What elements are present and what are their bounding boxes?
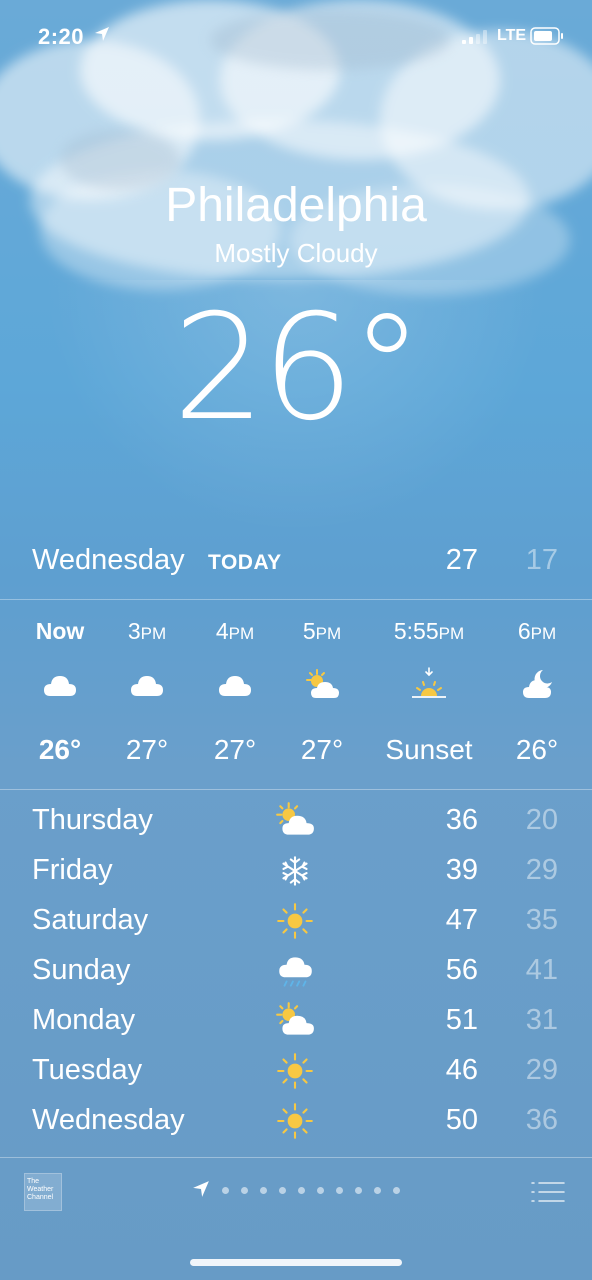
hour-temp: 27°	[300, 734, 344, 765]
cloud-icon	[219, 676, 251, 696]
home-indicator[interactable]	[190, 1259, 402, 1266]
partly-sunny-icon	[276, 802, 314, 835]
day-high: 47	[445, 904, 478, 936]
network-type: LTE	[497, 27, 527, 44]
hourly-forecast[interactable]: Now 26° 3PM 27° 4PM 27° 5PM 27° 5:55PM S…	[0, 600, 592, 788]
day-name: Sunday	[32, 954, 131, 986]
sun-icon	[277, 1053, 313, 1089]
today-high: 27	[445, 544, 478, 576]
cloud-icon	[131, 676, 163, 696]
page-dot[interactable]	[222, 1187, 229, 1194]
page-dot[interactable]	[298, 1187, 305, 1194]
hour-item: 6PM 26°	[487, 600, 587, 788]
day-row: Tuesday 46 29	[0, 1046, 592, 1096]
hour-label: 6PM	[517, 618, 557, 644]
day-high: 39	[445, 854, 478, 886]
day-high: 51	[445, 1004, 478, 1036]
day-row: Friday 39 29	[0, 846, 592, 896]
day-name: Friday	[32, 854, 113, 886]
hour-item: 5PM 27°	[272, 600, 372, 788]
hour-temp: Sunset	[385, 734, 473, 765]
day-name: Thursday	[32, 804, 153, 836]
day-low: 36	[525, 1104, 558, 1136]
location-arrow-icon	[95, 27, 109, 41]
hour-item: 5:55PM Sunset	[373, 600, 485, 788]
current-temperature: 26°	[172, 283, 424, 453]
day-low: 35	[525, 904, 558, 936]
day-row: Sunday 56 41	[0, 946, 592, 996]
day-name: Wednesday	[32, 1104, 185, 1136]
hour-item: 4PM 27°	[185, 600, 285, 788]
hour-label: 5PM	[302, 618, 342, 644]
day-name: Tuesday	[32, 1054, 143, 1086]
partly-sunny-icon	[306, 669, 339, 698]
hour-item: 3PM 27°	[97, 600, 197, 788]
location-arrow-icon	[193, 1181, 209, 1197]
day-row: Monday 51 31	[0, 996, 592, 1046]
today-day-name: Wednesday	[32, 544, 185, 576]
hour-temp: 26°	[38, 734, 82, 765]
weather-channel-logo-text: The Weather Channel	[27, 1178, 54, 1201]
page-dot[interactable]	[355, 1187, 362, 1194]
sunset-icon	[412, 667, 446, 698]
sun-icon	[277, 903, 313, 939]
day-low: 20	[525, 804, 558, 836]
page-dot[interactable]	[279, 1187, 286, 1194]
hour-temp: 27°	[213, 734, 257, 765]
city-list-button[interactable]	[530, 1180, 566, 1204]
hour-item: Now 26°	[10, 600, 110, 788]
partly-sunny-icon	[276, 1002, 314, 1035]
page-dot[interactable]	[336, 1187, 343, 1194]
signal-strength-icon	[462, 30, 487, 44]
hour-label: Now	[35, 618, 85, 644]
day-high: 46	[445, 1054, 478, 1086]
page-dot[interactable]	[260, 1187, 267, 1194]
hour-temp: 27°	[125, 734, 169, 765]
day-high: 56	[445, 954, 478, 986]
today-label: TODAY	[208, 551, 282, 574]
partly-cloudy-night-icon	[523, 670, 552, 698]
day-low: 29	[525, 1054, 558, 1086]
page-dot[interactable]	[241, 1187, 248, 1194]
day-name: Monday	[32, 1004, 136, 1036]
battery-icon	[530, 27, 563, 45]
today-summary: Wednesday TODAY 27 17	[0, 538, 592, 586]
day-high: 50	[445, 1104, 478, 1136]
day-row: Thursday 36 20	[0, 796, 592, 846]
day-low: 29	[525, 854, 558, 886]
day-name: Saturday	[32, 904, 149, 936]
weather-channel-logo[interactable]: The Weather Channel	[24, 1173, 62, 1211]
page-dot[interactable]	[393, 1187, 400, 1194]
bottom-toolbar: The Weather Channel	[0, 1158, 592, 1228]
page-indicator[interactable]	[192, 1180, 412, 1200]
hour-label: 5:55PM	[393, 618, 465, 644]
day-row: Saturday 47 35	[0, 896, 592, 946]
page-dot[interactable]	[317, 1187, 324, 1194]
cloud-icon	[44, 676, 76, 696]
rain-icon	[279, 957, 312, 987]
current-condition: Mostly Cloudy	[214, 238, 378, 268]
snow-icon	[282, 856, 308, 886]
day-low: 41	[525, 954, 558, 986]
day-row: Wednesday 50 36	[0, 1096, 592, 1146]
city-name: Philadelphia	[165, 179, 427, 232]
sun-icon	[277, 1103, 313, 1139]
status-bar: 2:20 LTE	[0, 0, 592, 74]
hour-label: 4PM	[215, 618, 255, 644]
day-low: 31	[525, 1004, 558, 1036]
today-low: 17	[525, 544, 558, 576]
status-time: 2:20	[38, 24, 85, 49]
page-dot[interactable]	[374, 1187, 381, 1194]
day-high: 36	[445, 804, 478, 836]
hour-temp: 26°	[515, 734, 559, 765]
hour-label: 3PM	[127, 618, 167, 644]
divider	[0, 789, 592, 790]
